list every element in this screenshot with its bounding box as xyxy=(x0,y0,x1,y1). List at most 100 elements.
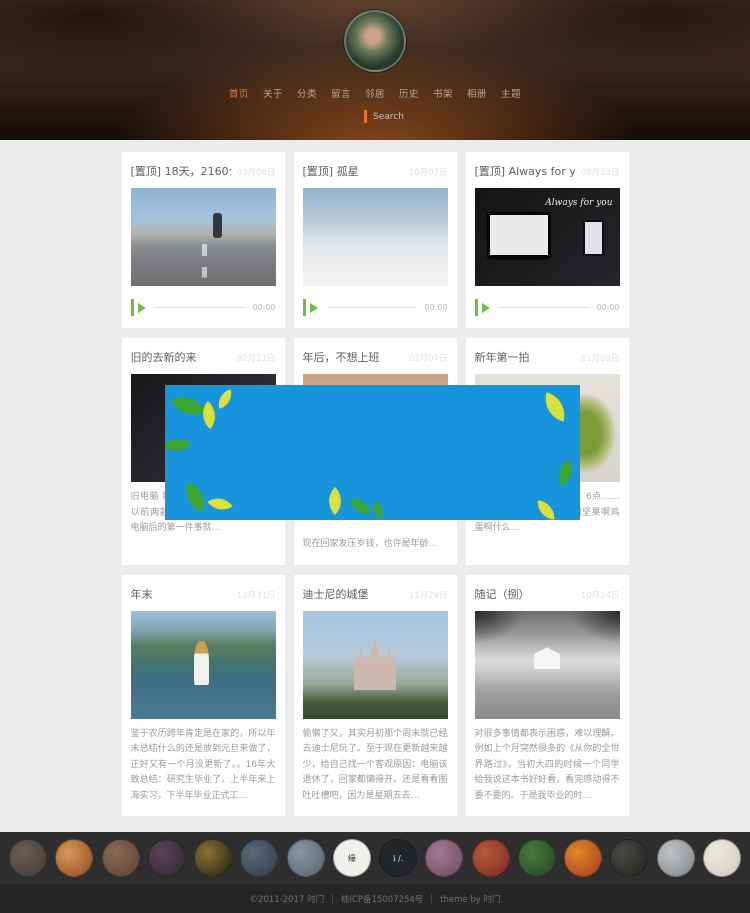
friend-avatar-5[interactable] xyxy=(194,839,232,877)
nav-item-home[interactable]: 首页 xyxy=(229,86,249,100)
post-card-header: 新年第一拍 01月08日 xyxy=(475,349,620,365)
nav-item-bookshelf[interactable]: 书架 xyxy=(433,86,453,100)
post-date: 11月29日 xyxy=(409,589,448,601)
audio-player: 00:00 xyxy=(475,299,620,316)
friend-avatar-11[interactable] xyxy=(472,839,510,877)
sea-of-clouds-photo[interactable] xyxy=(303,188,448,286)
post-card-header: 年末 12月31日 xyxy=(131,586,276,602)
road-trip-hiker-photo[interactable] xyxy=(131,188,276,286)
post-excerpt: 对很多事情都表示困惑，难以理解。例如上个月突然很多的《从你的全世界路过》，当初大… xyxy=(475,727,620,805)
post-date: 08月12日 xyxy=(581,166,620,178)
friend-avatar-13[interactable] xyxy=(564,839,602,877)
play-icon[interactable] xyxy=(310,303,318,313)
post-card-header: 旧的去新的来 02月11日 xyxy=(131,349,276,365)
site-header: 首页关于分类留言邻居历史书架相册主题 xyxy=(0,0,750,140)
post-title: 新年第一拍 xyxy=(475,349,530,365)
post-date: 01月08日 xyxy=(581,352,620,364)
nav-item-about[interactable]: 关于 xyxy=(263,86,283,100)
friend-avatar-6[interactable] xyxy=(240,839,278,877)
leaf xyxy=(350,496,371,517)
post-date: 10月07日 xyxy=(409,166,448,178)
post-card-header: 年后，不想上班02月07日 xyxy=(303,349,448,365)
post-card-header: [置顶] 18天，2160公里 03月06日 xyxy=(131,163,276,179)
post-title: 随记（捌） xyxy=(475,586,530,602)
audio-player: 00:00 xyxy=(131,299,276,316)
friend-avatar-9[interactable]: i /. xyxy=(379,839,417,877)
post-title: 迪士尼的城堡 xyxy=(303,586,369,602)
search-box xyxy=(364,109,477,124)
footer-copyright: ©2011-2017 时门 | 桂ICP备15007254号 | theme b… xyxy=(0,884,750,913)
leaf xyxy=(368,500,387,519)
player-time: 00:00 xyxy=(596,303,619,312)
nav-item-theme[interactable]: 主题 xyxy=(501,86,521,100)
friend-avatar-16[interactable] xyxy=(703,839,741,877)
progress-track[interactable] xyxy=(327,307,418,308)
separator: | xyxy=(331,894,334,904)
audio-player: 00:00 xyxy=(303,299,448,316)
icp-number[interactable]: 桂ICP备15007254号 xyxy=(341,893,423,905)
post-card-header: [置顶] 孤星 10月07日 xyxy=(303,163,448,179)
friend-avatar-8[interactable]: 缘 xyxy=(333,839,371,877)
friend-avatar-2[interactable] xyxy=(55,839,93,877)
player-accent-bar xyxy=(303,299,306,316)
disney-castle-photo[interactable] xyxy=(303,611,448,719)
friend-avatar-7[interactable] xyxy=(287,839,325,877)
app-screens-dark-photo[interactable]: Always for you xyxy=(475,188,620,286)
post-title: 年后，不想上班 xyxy=(303,349,380,365)
theme-credit[interactable]: theme by 时门 xyxy=(440,893,500,905)
thumbnail-caption: Always for you xyxy=(545,198,612,208)
leaf xyxy=(551,459,578,486)
play-icon[interactable] xyxy=(138,303,146,313)
progress-track[interactable] xyxy=(499,307,590,308)
leaf xyxy=(171,389,206,424)
friend-avatar-10[interactable] xyxy=(425,839,463,877)
friend-avatar-15[interactable] xyxy=(657,839,695,877)
player-accent-bar xyxy=(475,299,478,316)
girl-by-lake-photo[interactable] xyxy=(131,611,276,719)
search-input[interactable] xyxy=(367,112,477,122)
post-card-header: 迪士尼的城堡 11月29日 xyxy=(303,586,448,602)
friend-avatar-3[interactable] xyxy=(102,839,140,877)
play-icon[interactable] xyxy=(482,303,490,313)
friend-avatar-1[interactable] xyxy=(9,839,47,877)
post-date: 10月24日 xyxy=(581,589,620,601)
leaf xyxy=(165,431,191,459)
post-title: 年末 xyxy=(131,586,153,602)
avatar[interactable] xyxy=(344,10,406,72)
nav-item-guestbook[interactable]: 留言 xyxy=(331,86,351,100)
progress-track[interactable] xyxy=(155,307,246,308)
post-card[interactable]: [置顶] Always for you 1.808月12日 Always for … xyxy=(466,152,629,328)
post-card-header: 随记（捌） 10月24日 xyxy=(475,586,620,602)
leaf xyxy=(215,389,235,409)
post-date: 02月11日 xyxy=(237,352,276,364)
leaf xyxy=(321,487,349,515)
post-date: 03月06日 xyxy=(237,166,276,178)
leaf xyxy=(180,482,211,513)
post-card[interactable]: 迪士尼的城堡11月29日偷懒了又，其实月初那个周末就已经去迪士尼玩了。至于现在更… xyxy=(294,575,457,817)
post-card[interactable]: [置顶] 孤星 10月07日 00:00 xyxy=(294,152,457,328)
friend-links-bar: 缘i /. xyxy=(0,832,750,884)
nav-item-neighbors[interactable]: 邻居 xyxy=(365,86,385,100)
post-card[interactable]: [置顶] 18天，2160公里 03月06日 00:00 xyxy=(122,152,285,328)
friend-avatar-12[interactable] xyxy=(518,839,556,877)
nav-item-history[interactable]: 历史 xyxy=(399,86,419,100)
nav-item-categories[interactable]: 分类 xyxy=(297,86,317,100)
main-nav: 首页关于分类留言邻居历史书架相册主题 xyxy=(0,86,750,100)
post-card[interactable]: 年末 12月31日鉴于农历跨年肯定是在家的，所以年末总结什么的还是放到元旦来做了，… xyxy=(122,575,285,817)
friend-avatar-14[interactable] xyxy=(610,839,648,877)
post-title: 旧的去新的来 xyxy=(131,349,197,365)
post-title: [置顶] 18天，2160公里 xyxy=(131,163,231,179)
post-card-header: [置顶] Always for you 1.808月12日 xyxy=(475,163,620,179)
post-date: 12月31日 xyxy=(237,589,276,601)
player-time: 00:00 xyxy=(252,303,275,312)
post-title: [置顶] 孤星 xyxy=(303,163,359,179)
post-card[interactable]: 随记（捌） 10月24日对很多事情都表示困惑，难以理解。例如上个月突然很多的《从你… xyxy=(466,575,629,817)
friend-avatar-4[interactable] xyxy=(148,839,186,877)
player-accent-bar xyxy=(131,299,134,316)
post-excerpt: 鉴于农历跨年肯定是在家的，所以年末总结什么的还是放到元旦来做了，正好又有一个月没… xyxy=(131,727,276,805)
copyright-text: ©2011-2017 时门 xyxy=(250,893,325,905)
bw-lake-house-photo[interactable] xyxy=(475,611,620,719)
leaf xyxy=(536,500,556,520)
flash-overlay[interactable] xyxy=(165,385,580,520)
nav-item-album[interactable]: 相册 xyxy=(467,86,487,100)
